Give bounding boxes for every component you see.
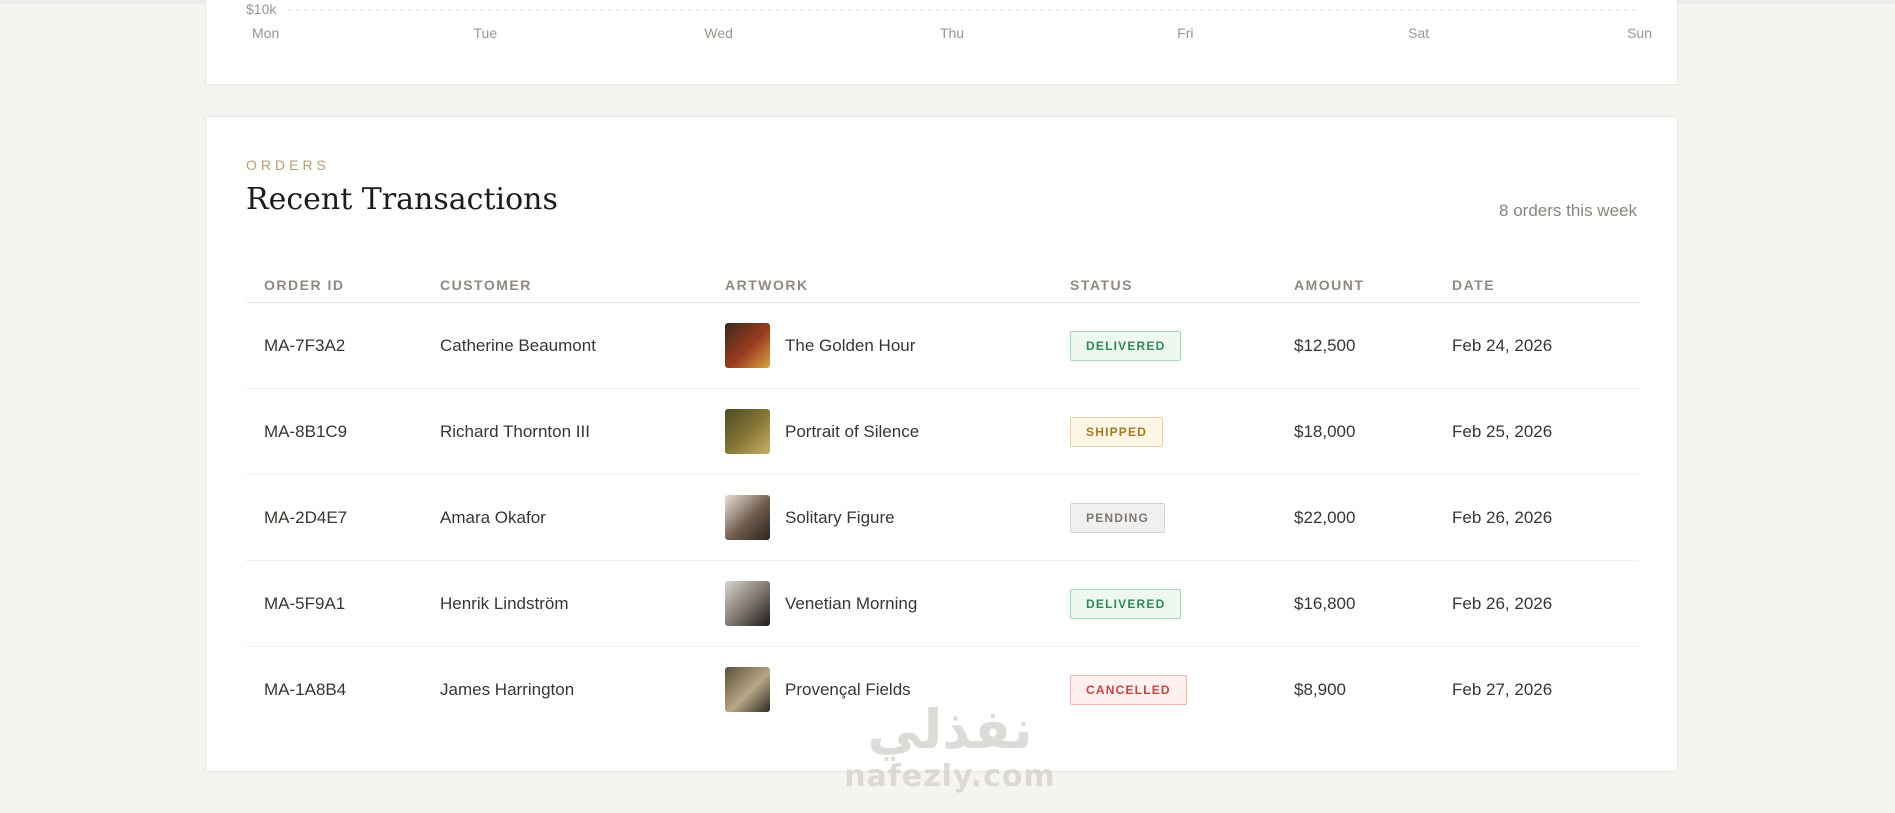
order-id: MA-5F9A1 [246,560,422,647]
artwork-cell: Provençal Fields [707,647,1052,733]
status-cell: DELIVERED [1052,560,1276,647]
artwork-cell: The Golden Hour [707,302,1052,389]
customer-name: James Harrington [440,679,575,699]
order-amount: $22,000 [1276,474,1434,561]
column-header-order-id[interactable]: ORDER ID [246,267,422,303]
artwork-title: Venetian Morning [785,593,918,613]
x-tick-label: Mon [252,25,279,41]
x-tick-label: Thu [940,25,964,41]
x-tick-label: Sun [1627,25,1652,41]
order-amount: $12,500 [1276,302,1434,389]
revenue-chart: $10k Mon Tue Wed Thu Fri Sat Sun [246,1,1652,41]
x-tick-label: Tue [474,25,498,41]
column-header-amount[interactable]: AMOUNT [1276,267,1434,303]
order-id: MA-1A8B4 [264,679,347,699]
table-row[interactable]: MA-8B1C9 Richard Thornton III Portrait of … [246,388,1639,475]
artwork-title: Solitary Figure [785,507,895,527]
artwork-title: Provençal Fields [785,679,911,699]
order-amount: $8,900 [1294,679,1346,699]
table-row[interactable]: MA-7F3A2 Catherine Beaumont The Golden Hou… [246,302,1639,389]
orders-card: ORDERS Recent Transactions 8 orders this… [205,116,1678,772]
status-badge: CANCELLED [1070,674,1187,705]
customer-name: Henrik Lindström [422,560,707,647]
order-date: Feb 25, 2026 [1434,388,1639,475]
order-date: Feb 26, 2026 [1434,474,1639,561]
artwork-cell: Portrait of Silence [707,388,1052,475]
status-badge: DELIVERED [1070,330,1182,361]
table-row[interactable]: MA-2D4E7 Amara Okafor Solitary Figure PENDI… [246,474,1639,561]
order-id: MA-8B1C9 [246,388,422,475]
y-tick-label: $10k [246,1,277,17]
table-row[interactable]: MA-5F9A1 Henrik Lindström Venetian Morning… [246,560,1639,647]
artwork-thumbnail[interactable] [725,667,770,712]
status-cell: CANCELLED [1052,647,1276,733]
status-cell: PENDING [1052,474,1276,561]
orders-table: ORDER ID CUSTOMER ARTWORK STATUS AMOUNT … [246,267,1639,732]
artwork-thumbnail[interactable] [725,323,770,368]
column-header-date[interactable]: DATE [1434,267,1639,303]
x-tick-label: Wed [704,25,733,41]
artwork-cell: Solitary Figure [707,474,1052,561]
status-badge: DELIVERED [1070,588,1182,619]
order-id: MA-7F3A2 [246,302,422,389]
order-date: Feb 24, 2026 [1434,302,1639,389]
orders-table-body: MA-7F3A2 Catherine Beaumont The Golden Hou… [246,302,1639,733]
order-date: Feb 27, 2026 [1452,679,1553,699]
status-cell: DELIVERED [1052,302,1276,389]
x-tick-label: Fri [1177,25,1193,41]
status-cell: SHIPPED [1052,388,1276,475]
section-eyebrow: ORDERS [246,157,330,173]
customer-name: Richard Thornton III [422,388,707,475]
section-title: Recent Transactions [246,182,558,217]
order-date: Feb 26, 2026 [1434,560,1639,647]
customer-name: Catherine Beaumont [422,302,707,389]
status-badge: SHIPPED [1070,416,1164,447]
order-id: MA-2D4E7 [246,474,422,561]
orders-count: 8 orders this week [1499,201,1637,220]
artwork-title: Portrait of Silence [785,421,920,441]
order-amount: $16,800 [1276,560,1434,647]
table-header-row: ORDER ID CUSTOMER ARTWORK STATUS AMOUNT … [246,267,1639,303]
artwork-thumbnail[interactable] [725,409,770,454]
revenue-chart-card: $10k Mon Tue Wed Thu Fri Sat Sun [205,0,1678,85]
x-axis: Mon Tue Wed Thu Fri Sat Sun [252,25,1652,41]
customer-name: Amara Okafor [422,474,707,561]
table-row[interactable]: MA-1A8B4 James Harrington Provençal Fields… [246,647,1639,733]
order-amount: $18,000 [1276,388,1434,475]
artwork-title: The Golden Hour [785,335,916,355]
column-header-customer[interactable]: CUSTOMER [422,267,707,303]
artwork-cell: Venetian Morning [707,560,1052,647]
column-header-artwork[interactable]: ARTWORK [707,267,1052,303]
artwork-thumbnail[interactable] [725,581,770,626]
x-tick-label: Sat [1408,25,1429,41]
artwork-thumbnail[interactable] [725,495,770,540]
column-header-status[interactable]: STATUS [1052,267,1276,303]
status-badge: PENDING [1070,502,1166,533]
